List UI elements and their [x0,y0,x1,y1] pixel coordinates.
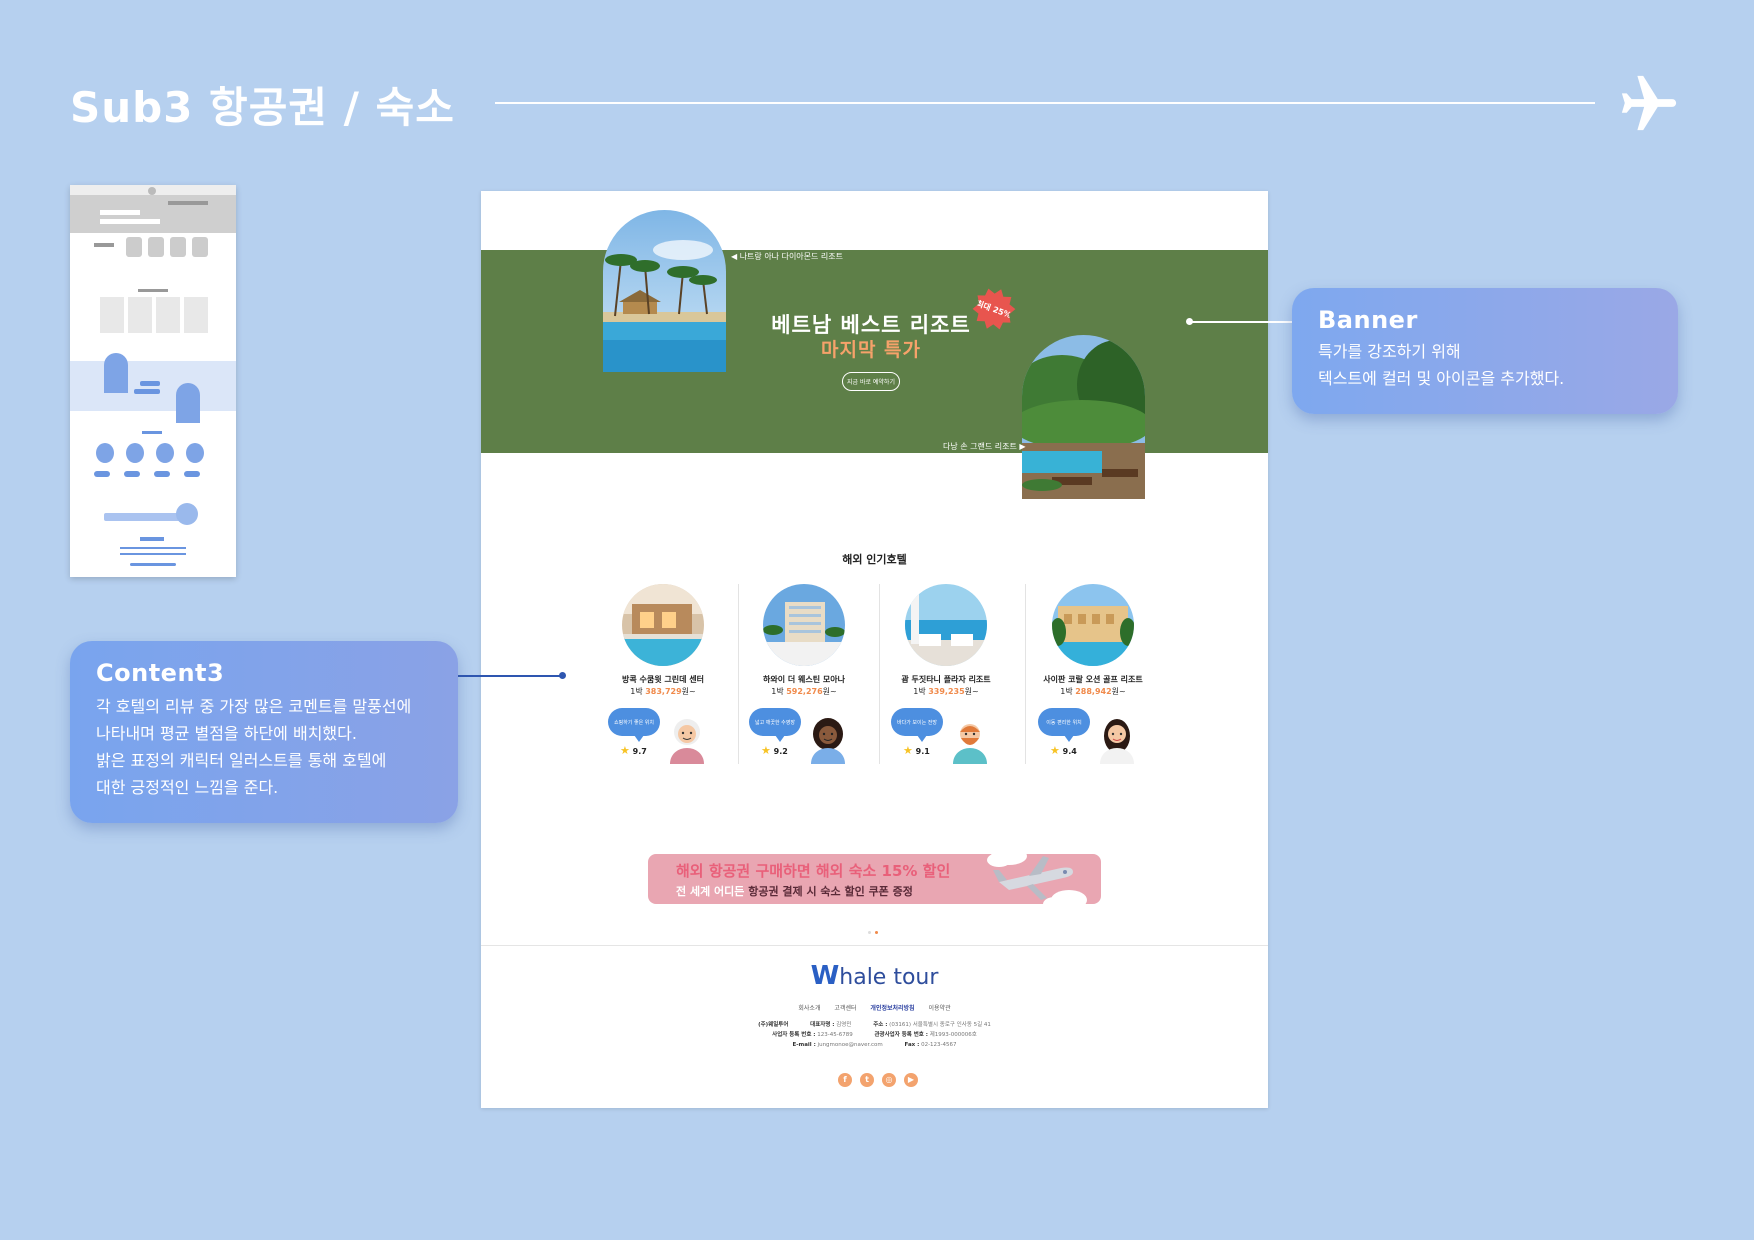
review-bubble: 이동 편리한 위치 [1038,708,1090,742]
instagram-icon[interactable]: ◎ [882,1073,896,1087]
hotel-photo[interactable] [763,584,845,666]
character-illustration [1100,719,1134,764]
footer-link[interactable]: 회사소개 [798,1005,820,1012]
star-icon: ★ [761,744,771,757]
connector-line [1190,321,1294,323]
airplane-icon [987,847,1087,911]
hotel-photo[interactable] [622,584,704,666]
carousel-dot[interactable] [868,931,871,934]
character-illustration [811,718,845,764]
footer-divider [481,945,1268,946]
footer-company-info: (주)웨일투어 대표자명 : 김영민 주소 : (03161) 서울특별시 종로… [758,1022,991,1048]
star-icon: ★ [620,744,630,757]
resort-label-nhatrang[interactable]: ◀ 나트랑 아나 다이아몬드 리조트 [731,251,843,262]
hotel-card[interactable]: 사이판 코랄 오션 골프 리조트 1박 288,942원~ 이동 편리한 위치 … [1028,584,1158,764]
connector-line [458,675,562,677]
hotel-name[interactable]: 하와이 더 웨스틴 모아나 [739,674,869,685]
footer-link[interactable]: 이용약관 [929,1005,951,1012]
hotel-card[interactable]: 방콕 수쿰윗 그린데 센터 1박 383,729원~ 쇼핑하기 좋은 위치 ★ … [598,584,728,764]
hotel-name[interactable]: 방콕 수쿰윗 그린데 센터 [598,674,728,685]
hotel-price: 1박 383,729원~ [630,687,696,696]
hotel-name[interactable]: 사이판 코랄 오션 골프 리조트 [1028,674,1158,685]
hotel-card[interactable]: 하와이 더 웨스틴 모아나 1박 592,276원~ 넓고 깨끗한 수영장 ★ … [739,584,869,764]
twitter-icon[interactable]: t [860,1073,874,1087]
promo-banner[interactable]: 해외 항공권 구매하면 해외 숙소 15% 할인 전 세계 어디든 항공권 결제… [648,847,1101,911]
whale-tour-logo[interactable]: Whale tour [481,961,1268,991]
hotel-card[interactable]: 괌 두짓타니 플라자 리조트 1박 339,235원~ 바다가 보이는 전망 ★… [881,584,1011,764]
annotation-banner: Banner 특가를 강조하기 위해 텍스트에 컬러 및 아이콘을 추가했다. [1292,288,1678,414]
carousel-dot[interactable] [875,931,878,934]
rating: ★ 9.2 [761,744,788,757]
carousel-dots [868,919,882,938]
promo-subline: 전 세계 어디든 항공권 결제 시 숙소 할인 쿠폰 증정 [676,885,913,898]
character-illustration [953,724,987,764]
wireframe-thumbnail [70,185,236,577]
review-bubble: 바다가 보이는 전망 [891,708,943,742]
rating: ★ 9.4 [1050,744,1077,757]
youtube-icon[interactable]: ▶ [904,1073,918,1087]
annotation-title: Content3 [96,659,225,687]
book-now-button[interactable]: 지금 바로 예약하기 [842,372,900,391]
banner-subtitle: 마지막 특가 [820,339,921,361]
footer-link[interactable]: 개인정보처리방침 [870,1005,914,1012]
hotel-name[interactable]: 괌 두짓타니 플라자 리조트 [881,674,1011,685]
resort-photo-nhatrang[interactable] [603,210,726,372]
hotel-price: 1박 339,235원~ [913,687,979,696]
annotation-text: 각 호텔의 리뷰 중 가장 많은 코멘트를 말풍선에 나타내며 평균 별점을 하… [96,697,412,797]
review-bubble: 쇼핑하기 좋은 위치 [608,708,660,742]
connector-dot [559,672,566,679]
page-title: Sub3 항공권 / 숙소 [70,83,455,132]
section-title-hotels: 해외 인기호텔 [842,553,907,566]
star-icon: ★ [1050,744,1060,757]
title-divider [495,102,1595,104]
resort-label-danang[interactable]: 다낭 손 그랜드 리조트 ▶ [943,441,1026,452]
star-icon: ★ [903,744,913,757]
hotel-list: 방콕 수쿰윗 그린데 센터 1박 383,729원~ 쇼핑하기 좋은 위치 ★ … [598,584,1158,764]
rating: ★ 9.1 [903,744,930,757]
hotel-price: 1박 592,276원~ [771,687,837,696]
footer-links: 회사소개 고객센터 개인정보처리방침 이용약관 [481,1003,1268,1012]
annotation-title: Banner [1318,306,1418,334]
social-links: f t ◎ ▶ [834,1067,922,1087]
annotation-text: 특가를 강조하기 위해 텍스트에 컬러 및 아이콘을 추가했다. [1318,342,1565,388]
facebook-icon[interactable]: f [838,1073,852,1087]
annotation-content3: Content3 각 호텔의 리뷰 중 가장 많은 코멘트를 말풍선에 나타내며… [70,641,458,823]
promo-headline: 해외 항공권 구매하면 해외 숙소 15% 할인 [676,862,951,880]
hotel-photo[interactable] [905,584,987,666]
mockup-page: ◀ 나트랑 아나 다이아몬드 리조트 최대 25% 베트남 베스트 리조트 마지… [481,191,1268,1108]
resort-photo-danang[interactable] [1022,335,1145,499]
hotel-price: 1박 288,942원~ [1060,687,1126,696]
airplane-icon [1621,75,1677,131]
footer-link[interactable]: 고객센터 [834,1005,856,1012]
review-bubble: 넓고 깨끗한 수영장 [749,708,801,742]
character-illustration [670,719,704,764]
rating: ★ 9.7 [620,744,647,757]
hotel-photo[interactable] [1052,584,1134,666]
